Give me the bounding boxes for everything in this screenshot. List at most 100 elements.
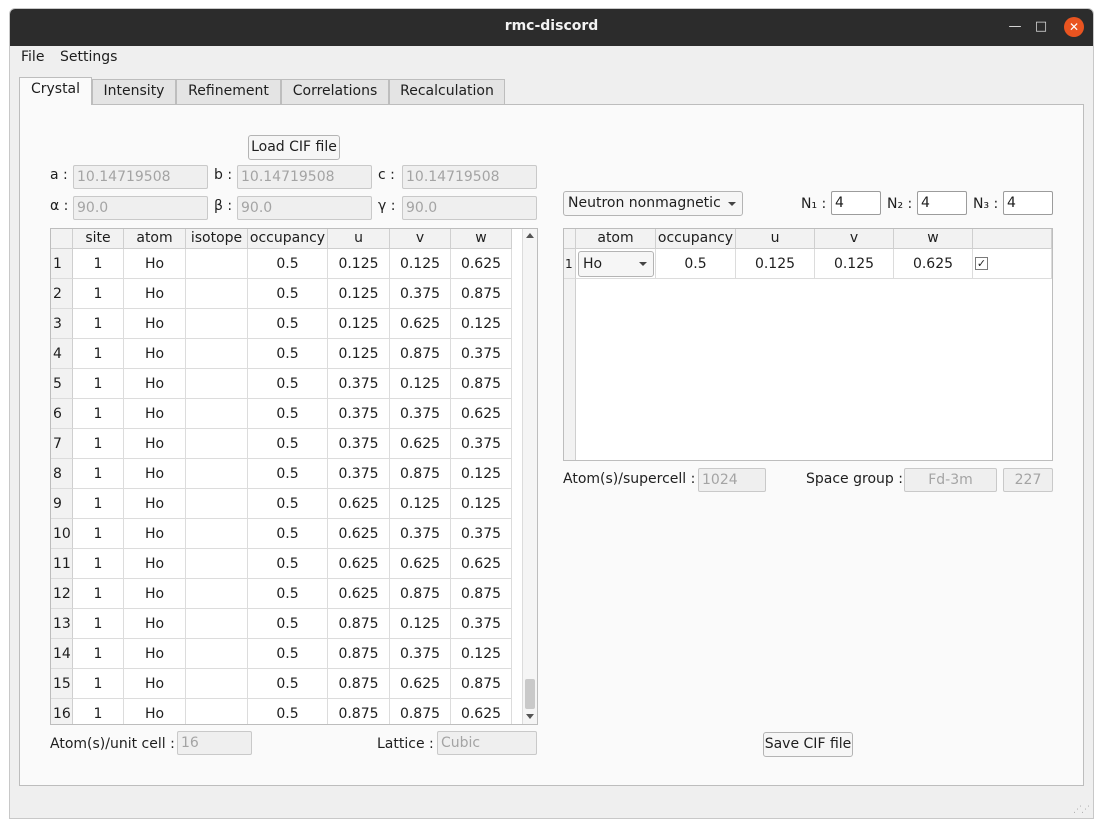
column-header[interactable]: site <box>73 229 124 249</box>
table-cell[interactable]: 1 <box>73 339 124 369</box>
table-cell[interactable]: 0.875 <box>390 579 451 609</box>
atoms-unit-cell-field[interactable]: 16 <box>177 731 252 755</box>
table-cell[interactable]: 0.5 <box>248 549 328 579</box>
table-cell[interactable]: 0.125 <box>390 489 451 519</box>
table-cell[interactable]: 1 <box>73 549 124 579</box>
minimize-icon[interactable]: — <box>1005 17 1025 37</box>
table-cell[interactable]: Ho <box>124 249 186 279</box>
resize-grip-icon[interactable]: ⋰⋰ <box>1073 805 1090 815</box>
column-header[interactable]: u <box>328 229 390 249</box>
table-cell[interactable]: 0.125 <box>451 639 512 669</box>
vertical-scrollbar[interactable] <box>522 229 537 724</box>
table-cell[interactable]: 0.875 <box>451 579 512 609</box>
table-cell[interactable]: 0.625 <box>451 249 512 279</box>
table-cell[interactable]: 0.125 <box>815 249 894 279</box>
table-cell[interactable]: 1 <box>73 369 124 399</box>
table-cell[interactable]: 1 <box>73 249 124 279</box>
table-cell[interactable] <box>186 579 248 609</box>
gamma-field[interactable]: 90.0 <box>402 196 537 220</box>
tab-crystal[interactable]: Crystal <box>19 77 92 105</box>
column-header[interactable]: atom <box>576 229 656 249</box>
table-cell[interactable] <box>186 309 248 339</box>
table-cell[interactable]: 0.5 <box>248 309 328 339</box>
column-header[interactable] <box>973 229 1052 249</box>
table-cell[interactable]: 0.375 <box>390 639 451 669</box>
row-header[interactable]: 15 <box>51 669 73 699</box>
row-header[interactable]: 1 <box>564 249 576 279</box>
column-header[interactable]: w <box>451 229 512 249</box>
table-cell[interactable]: 1 <box>73 279 124 309</box>
table-cell[interactable]: 0.5 <box>248 399 328 429</box>
scroll-up-icon[interactable] <box>526 233 534 238</box>
table-cell[interactable]: 0.375 <box>451 429 512 459</box>
space-group-number-field[interactable]: 227 <box>1003 468 1053 492</box>
table-cell[interactable]: 1 <box>73 609 124 639</box>
alpha-field[interactable]: 90.0 <box>73 196 208 220</box>
table-cell[interactable]: 0.625 <box>390 309 451 339</box>
table-cell[interactable]: 1 <box>73 639 124 669</box>
table-cell[interactable]: 0.5 <box>248 369 328 399</box>
table-cell[interactable]: 1 <box>73 309 124 339</box>
table-cell[interactable]: 1 <box>73 489 124 519</box>
table-cell[interactable]: 1 <box>73 459 124 489</box>
table-cell[interactable]: Ho <box>124 279 186 309</box>
table-cell[interactable]: 0.5 <box>248 579 328 609</box>
table-cell[interactable]: 0.625 <box>451 699 512 724</box>
table-cell[interactable]: 0.5 <box>248 519 328 549</box>
row-header[interactable]: 1 <box>51 249 73 279</box>
column-header[interactable]: occupancy <box>248 229 328 249</box>
table-cell[interactable]: 0.875 <box>451 669 512 699</box>
table-cell[interactable]: Ho <box>124 399 186 429</box>
table-cell[interactable]: 0.625 <box>390 549 451 579</box>
row-header[interactable]: 16 <box>51 699 73 724</box>
table-cell[interactable]: 1 <box>73 579 124 609</box>
table-cell[interactable]: Ho <box>124 519 186 549</box>
table-cell[interactable]: 0.125 <box>390 249 451 279</box>
row-header[interactable]: 13 <box>51 609 73 639</box>
space-group-field[interactable]: Fd-3m <box>904 468 997 492</box>
table-cell[interactable]: 0.875 <box>451 279 512 309</box>
table-cell[interactable]: 0.625 <box>390 429 451 459</box>
row-header[interactable]: 12 <box>51 579 73 609</box>
table-cell[interactable]: Ho <box>124 639 186 669</box>
table-cell[interactable]: Ho <box>124 369 186 399</box>
table-cell[interactable]: 1 <box>73 519 124 549</box>
table-cell[interactable] <box>186 459 248 489</box>
a-field[interactable]: 10.14719508 <box>73 165 208 189</box>
load-cif-button[interactable]: Load CIF file <box>248 135 340 160</box>
table-cell[interactable]: 0.5 <box>248 279 328 309</box>
table-cell[interactable] <box>186 519 248 549</box>
table-cell[interactable]: Ho <box>124 699 186 724</box>
scrollbar-thumb[interactable] <box>525 679 535 709</box>
table-cell[interactable]: 0.125 <box>451 459 512 489</box>
table-cell[interactable]: 1 <box>73 399 124 429</box>
table-cell[interactable] <box>186 279 248 309</box>
table-cell[interactable] <box>186 699 248 724</box>
table-cell[interactable]: 0.5 <box>656 249 736 279</box>
tab-correlations[interactable]: Correlations <box>281 79 389 104</box>
beta-field[interactable]: 90.0 <box>237 196 372 220</box>
column-header[interactable]: w <box>894 229 973 249</box>
table-cell[interactable]: 0.5 <box>248 429 328 459</box>
tab-refinement[interactable]: Refinement <box>176 79 281 104</box>
table-cell[interactable]: 0.875 <box>451 369 512 399</box>
table-cell[interactable]: 0.625 <box>328 489 390 519</box>
table-cell[interactable]: 1 <box>73 699 124 724</box>
table-cell[interactable]: 0.125 <box>328 279 390 309</box>
tab-recalculation[interactable]: Recalculation <box>389 79 505 104</box>
table-cell[interactable]: 0.5 <box>248 459 328 489</box>
include-checkbox[interactable]: ✓ <box>975 257 988 270</box>
close-icon[interactable]: ✕ <box>1064 17 1084 37</box>
table-cell[interactable]: 0.875 <box>328 669 390 699</box>
table-cell[interactable]: Ho <box>124 339 186 369</box>
column-header[interactable]: v <box>390 229 451 249</box>
n3-field[interactable]: 4 <box>1003 191 1053 215</box>
table-cell[interactable]: 0.5 <box>248 339 328 369</box>
table-cell[interactable]: 0.375 <box>451 609 512 639</box>
table-cell[interactable]: 0.125 <box>390 609 451 639</box>
table-cell[interactable]: 1 <box>73 669 124 699</box>
table-cell[interactable]: 0.625 <box>390 669 451 699</box>
table-cell[interactable]: 1 <box>73 429 124 459</box>
row-header[interactable]: 7 <box>51 429 73 459</box>
table-cell[interactable] <box>186 399 248 429</box>
